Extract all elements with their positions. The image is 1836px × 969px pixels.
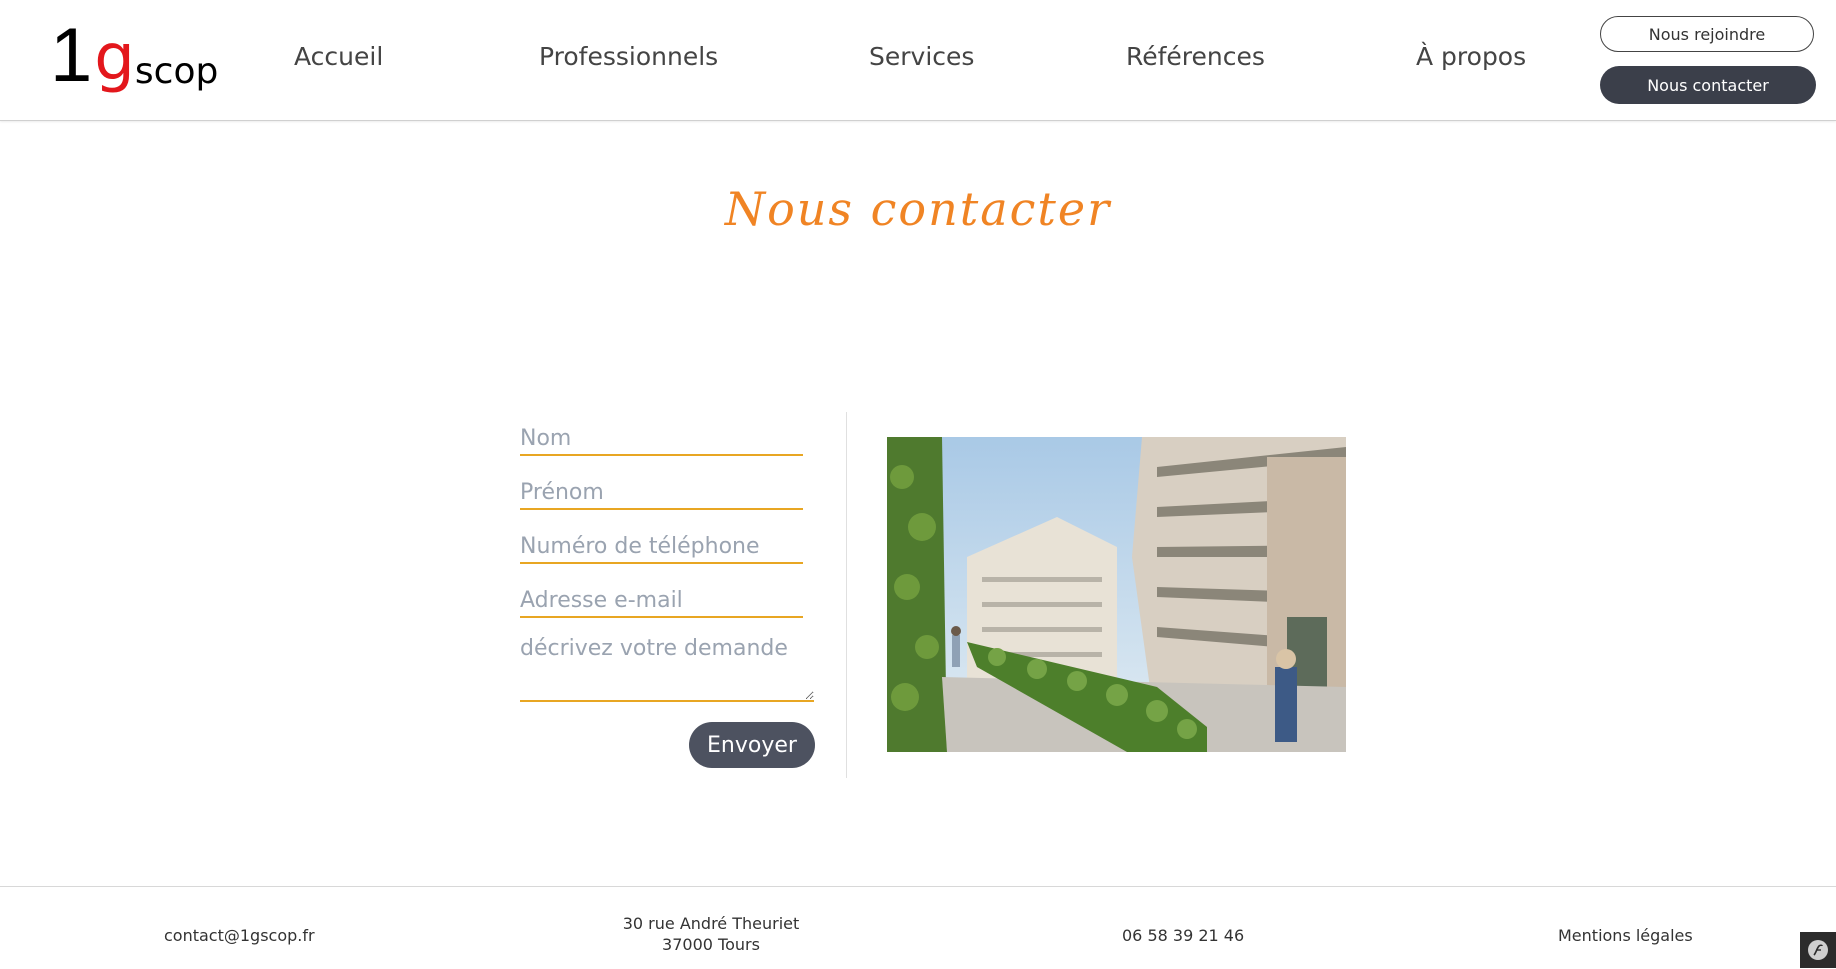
contact-button[interactable]: Nous contacter [1600,66,1816,104]
footer-address-line1: 30 rue André Theuriet [622,914,800,933]
vertical-divider [846,412,847,778]
building-photo [887,437,1346,752]
nav-services[interactable]: Services [869,42,974,71]
symfony-logo-icon [1808,940,1828,960]
footer-email[interactable]: contact@1gscop.fr [164,926,315,945]
site-header: 1 g scop Accueil Professionnels Services… [0,0,1836,121]
submit-button[interactable]: Envoyer [689,722,815,768]
last-name-input[interactable] [520,422,803,456]
symfony-toolbar-icon[interactable] [1800,932,1836,968]
phone-input[interactable] [520,530,803,564]
footer-address-line2: 37000 Tours [662,935,760,954]
logo-text-1: 1 [50,13,93,98]
building-illustration [887,437,1346,752]
join-button[interactable]: Nous rejoindre [1600,16,1814,52]
footer-legal-link[interactable]: Mentions légales [1558,926,1693,945]
nav-a-propos[interactable]: À propos [1416,42,1526,71]
nav-accueil[interactable]: Accueil [294,42,383,71]
page-title: Nous contacter [724,182,1112,236]
email-input[interactable] [520,584,803,618]
message-textarea[interactable] [520,636,814,702]
footer-address: 30 rue André Theuriet 37000 Tours [596,914,826,954]
footer-phone[interactable]: 06 58 39 21 46 [1122,926,1244,945]
logo[interactable]: 1 g scop [50,18,218,98]
first-name-input[interactable] [520,476,803,510]
nav-references[interactable]: Références [1126,42,1265,71]
logo-text-g: g [94,21,135,95]
site-footer: contact@1gscop.fr 30 rue André Theuriet … [0,886,1836,969]
logo-text-scop: scop [134,51,219,92]
nav-professionnels[interactable]: Professionnels [539,42,718,71]
